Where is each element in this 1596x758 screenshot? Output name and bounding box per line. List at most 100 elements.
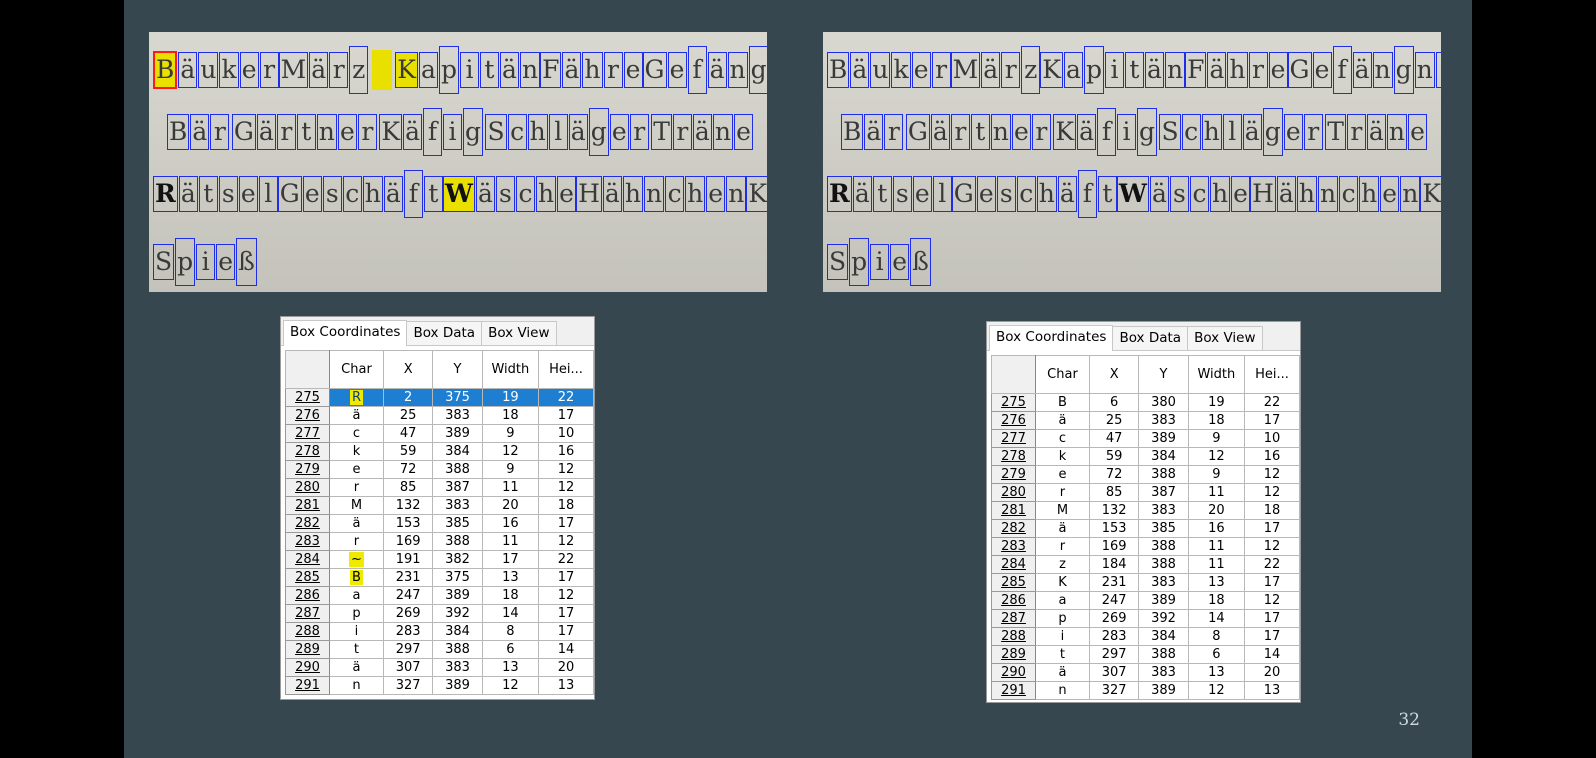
x-cell[interactable]: 297 [1089, 645, 1140, 664]
character-box[interactable]: e [1312, 52, 1332, 88]
x-cell[interactable]: 59 [1089, 447, 1140, 466]
character-box[interactable]: ä [1077, 114, 1097, 150]
row-number[interactable]: 284 [990, 555, 1037, 574]
character-box[interactable]: i [1435, 52, 1441, 88]
x-cell[interactable]: 283 [383, 622, 434, 641]
character-box[interactable]: n [519, 52, 541, 88]
character-box[interactable]: ä [1276, 176, 1296, 212]
character-box[interactable]: B [827, 52, 850, 88]
character-box[interactable]: g [1393, 46, 1414, 94]
y-cell[interactable]: 383 [1138, 573, 1189, 592]
character-box[interactable]: ä [568, 114, 588, 150]
character-box[interactable]: s [996, 176, 1016, 212]
character-box[interactable]: T [1325, 114, 1346, 150]
column-header-height[interactable]: Hei... [1244, 355, 1300, 394]
row-number[interactable]: 289 [990, 645, 1037, 664]
character-box[interactable]: e [1407, 114, 1427, 150]
character-box[interactable]: f [1097, 108, 1117, 156]
character-box[interactable]: F [1185, 52, 1207, 88]
character-box[interactable]: n [1317, 176, 1339, 212]
character-box[interactable]: G [642, 52, 667, 88]
character-box[interactable]: g [463, 108, 484, 156]
character-box[interactable]: p [1083, 46, 1104, 94]
character-box[interactable]: i [443, 114, 463, 150]
column-header-width[interactable]: Width [481, 350, 540, 389]
character-box[interactable]: h [1036, 176, 1057, 212]
row-number[interactable]: 287 [284, 604, 331, 623]
character-box[interactable]: r [950, 114, 970, 150]
x-cell[interactable]: 47 [1089, 429, 1140, 448]
char-cell[interactable]: k [1035, 447, 1090, 466]
row-number[interactable]: 281 [284, 496, 331, 515]
table-row[interactable]: 289 t 297 388 6 14 [990, 645, 1300, 664]
x-cell[interactable]: 47 [383, 424, 434, 443]
x-cell[interactable]: 327 [383, 676, 434, 695]
character-box[interactable]: n [316, 114, 337, 150]
width-cell[interactable]: 6 [482, 640, 540, 659]
character-box[interactable]: r [672, 114, 692, 150]
table-row[interactable]: 276 ä 25 383 18 17 [284, 406, 594, 425]
tab-box-coordinates[interactable]: Box Coordinates [283, 320, 408, 346]
character-box[interactable]: r [357, 114, 377, 150]
character-box[interactable]: e [667, 52, 687, 88]
table-row[interactable]: 283 r 169 388 11 12 [990, 537, 1300, 556]
y-cell[interactable]: 383 [432, 658, 483, 677]
character-box[interactable]: t [479, 52, 499, 88]
character-box[interactable]: e [890, 244, 910, 280]
character-box[interactable]: i [1104, 52, 1124, 88]
character-box[interactable]: r [1303, 114, 1323, 150]
character-box[interactable]: ä [383, 176, 403, 212]
character-box[interactable]: f [687, 46, 707, 94]
character-box[interactable]: ä [309, 52, 329, 88]
character-box[interactable]: s [495, 176, 515, 212]
character-box[interactable]: r [1001, 52, 1021, 88]
char-cell[interactable]: i [1035, 627, 1090, 646]
table-row[interactable]: 291 n 327 389 12 13 [990, 681, 1300, 700]
height-cell[interactable]: 17 [1244, 519, 1300, 538]
height-cell[interactable]: 12 [1244, 483, 1300, 502]
x-cell[interactable]: 231 [1089, 573, 1140, 592]
x-cell[interactable]: 85 [1089, 483, 1140, 502]
table-row[interactable]: 290 ä 307 383 13 20 [284, 658, 594, 677]
height-cell[interactable]: 12 [1244, 537, 1300, 556]
y-cell[interactable]: 388 [1138, 555, 1189, 574]
column-header-y[interactable]: Y [432, 350, 483, 389]
character-box[interactable]: ä [864, 114, 884, 150]
character-box[interactable]: ä [602, 176, 622, 212]
character-box[interactable]: F [540, 52, 562, 88]
character-box[interactable]: k [219, 52, 239, 88]
y-cell[interactable]: 384 [1138, 627, 1189, 646]
character-box[interactable]: a [1063, 52, 1083, 88]
x-cell[interactable]: 283 [1089, 627, 1140, 646]
x-cell[interactable]: 72 [1089, 465, 1140, 484]
character-box[interactable]: s [1169, 176, 1189, 212]
char-cell[interactable]: ä [1035, 519, 1090, 538]
character-box[interactable]: h [1209, 176, 1231, 212]
height-cell[interactable]: 14 [538, 640, 594, 659]
character-box[interactable]: e [337, 114, 357, 150]
row-number[interactable]: 289 [284, 640, 331, 659]
character-box[interactable]: ä [850, 52, 870, 88]
column-header-width[interactable]: Width [1187, 355, 1246, 394]
character-box[interactable]: c [665, 176, 685, 212]
y-cell[interactable]: 388 [432, 460, 483, 479]
table-row[interactable]: 279 e 72 388 9 12 [990, 465, 1300, 484]
character-box[interactable]: h [622, 176, 643, 212]
character-box[interactable]: ß [236, 238, 257, 286]
x-cell[interactable]: 269 [383, 604, 434, 623]
height-cell[interactable]: 18 [1244, 501, 1300, 520]
character-box[interactable]: a [418, 52, 438, 88]
character-box[interactable]: e [1011, 114, 1031, 150]
row-number[interactable]: 282 [284, 514, 331, 533]
character-box[interactable]: B [167, 114, 190, 150]
char-cell[interactable]: r [1035, 537, 1090, 556]
character-box[interactable]: c [507, 114, 527, 150]
width-cell[interactable]: 6 [1188, 645, 1246, 664]
x-cell[interactable]: 2 [383, 388, 434, 407]
height-cell[interactable]: 17 [538, 604, 594, 623]
character-box[interactable]: ß [910, 238, 931, 286]
character-box[interactable]: f [423, 108, 443, 156]
row-number[interactable]: 290 [284, 658, 331, 677]
character-box[interactable]: t [198, 176, 218, 212]
character-box[interactable]: ä [403, 114, 423, 150]
